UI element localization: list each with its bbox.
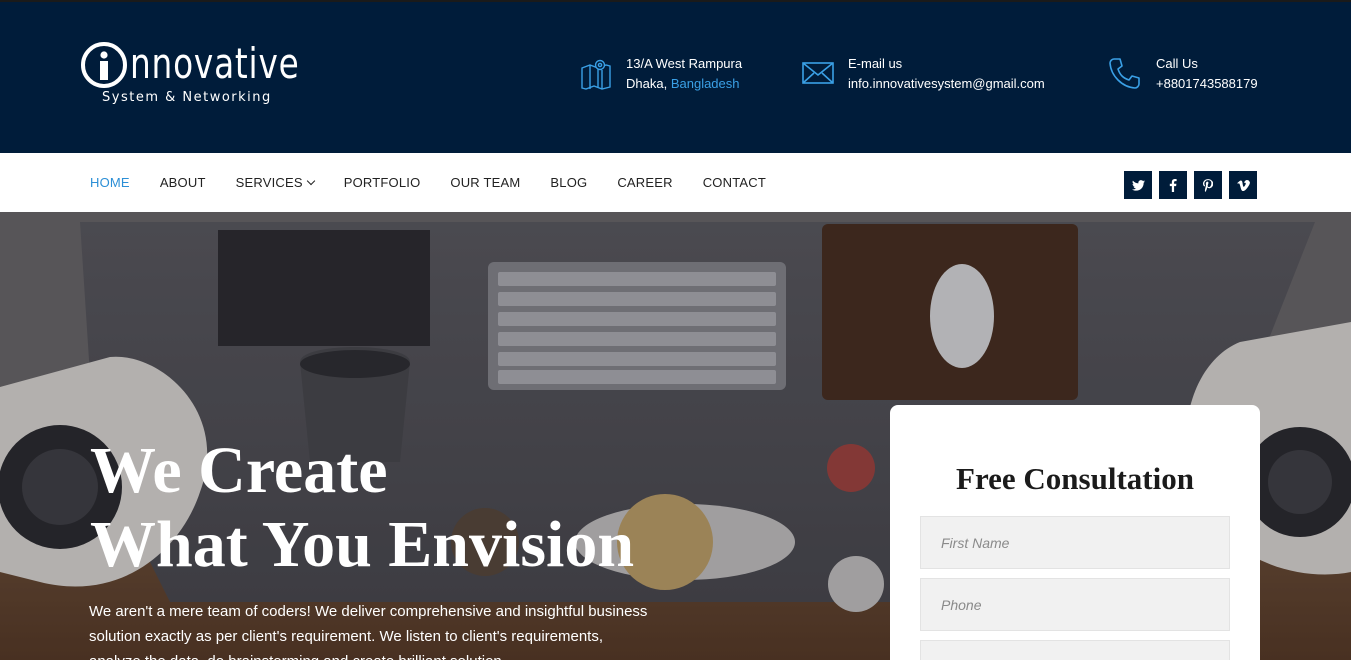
hero-lead-text: We aren't a mere team of coders! We deli… (89, 603, 648, 660)
address-line2: Dhaka, Bangladesh (626, 74, 740, 94)
brand-tagline: System & Networking (102, 90, 272, 105)
facebook-icon[interactable] (1159, 171, 1187, 199)
first-name-input[interactable] (920, 516, 1230, 569)
top-header: nnovative System & Networking 13/A West … (0, 0, 1351, 153)
pinterest-icon[interactable] (1194, 171, 1222, 199)
nav-our-team[interactable]: OUR TEAM (450, 175, 520, 190)
address-country-link[interactable]: Bangladesh (671, 76, 740, 91)
map-pin-icon (580, 58, 612, 96)
main-nav: HOME ABOUT SERVICES PORTFOLIO OUR TEAM B… (90, 153, 796, 212)
email-label: E-mail us (848, 56, 903, 71)
hero-headline-line1: We Create (90, 434, 388, 507)
nav-home[interactable]: HOME (90, 175, 130, 190)
phone-link[interactable]: +8801743588179 (1156, 74, 1258, 94)
nav-services-label: SERVICES (235, 175, 303, 190)
logo-i-icon (80, 42, 128, 95)
email-link[interactable]: info.innovativesystem@gmail.com (848, 74, 1045, 94)
chevron-down-icon (306, 176, 315, 186)
brand-logo[interactable]: nnovative System & Networking (80, 39, 348, 105)
nav-contact[interactable]: CONTACT (703, 175, 766, 190)
nav-portfolio[interactable]: PORTFOLIO (344, 175, 421, 190)
nav-blog[interactable]: BLOG (550, 175, 587, 190)
hero-headline: We Create What You Envision (90, 434, 634, 582)
next-field-input[interactable] (920, 640, 1230, 660)
twitter-icon[interactable] (1124, 171, 1152, 199)
phone-icon (1108, 56, 1142, 96)
hero-headline-line2: What You Envision (90, 508, 635, 581)
nav-career[interactable]: CAREER (617, 175, 672, 190)
phone-label: Call Us (1156, 56, 1198, 71)
address-city: Dhaka, (626, 76, 668, 91)
vimeo-icon[interactable] (1229, 171, 1257, 199)
address-line1: 13/A West Rampura (626, 56, 743, 71)
brand-wordmark: nnovative (130, 39, 300, 88)
phone-input[interactable] (920, 578, 1230, 631)
consultation-title: Free Consultation (956, 461, 1194, 496)
envelope-icon (802, 60, 834, 92)
social-links (1124, 171, 1257, 199)
nav-services[interactable]: SERVICES (235, 175, 315, 190)
nav-about[interactable]: ABOUT (160, 175, 206, 190)
consultation-form-card: Free Consultation (890, 405, 1260, 660)
